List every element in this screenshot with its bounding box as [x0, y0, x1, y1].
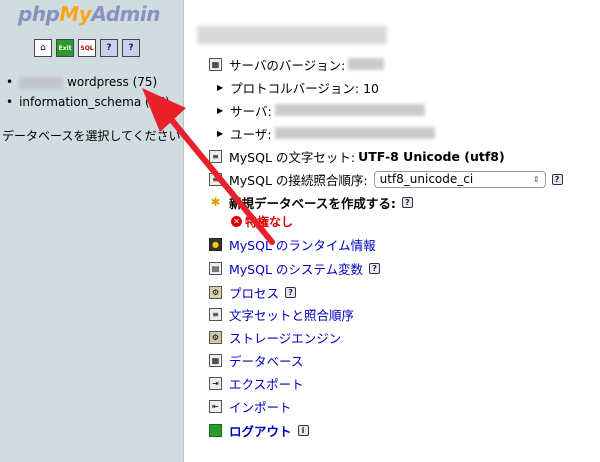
create-database-row: ✱ 新規データベースを作成する: ?	[209, 192, 413, 212]
link-charsets[interactable]: ≡ 文字セットと照合順序	[209, 304, 354, 324]
select-arrows-icon: ⇕	[532, 174, 540, 184]
exit-icon[interactable]: Exit	[56, 39, 74, 57]
database-label[interactable]: information_schema (17)	[19, 95, 170, 109]
redacted-value	[274, 104, 425, 116]
import-link[interactable]: インポート	[229, 397, 292, 416]
system-variables-icon: ▤	[209, 261, 222, 275]
runtime-info-link[interactable]: MySQL のランタイム情報	[229, 235, 376, 254]
databases-icon: ▦	[209, 353, 222, 367]
collation-row: ≡ MySQL の接続照合順序: utf8_unicode_ci ⇕ ?	[209, 169, 563, 189]
bullet-triangle-icon: ▶	[217, 82, 224, 92]
query-window-icon[interactable]: ?	[100, 39, 118, 57]
documentation-icon[interactable]: ?	[122, 39, 140, 57]
server-row: ▶ サーバ:	[209, 100, 425, 120]
server-version-label: サーバのバージョン:	[229, 57, 346, 73]
database-list: wordpress (75) information_schema (17)	[6, 72, 170, 112]
bullet-triangle-icon: ▶	[217, 128, 224, 138]
system-variables-link[interactable]: MySQL のシステム変数	[229, 259, 363, 278]
server-icon: ▦	[209, 57, 222, 71]
help-icon[interactable]: ?	[369, 262, 381, 274]
logo-admin: Admin	[91, 2, 160, 26]
link-import[interactable]: ⇤ インポート	[209, 396, 292, 416]
help-icon[interactable]: ?	[551, 173, 563, 185]
server-version-row: ▦ サーバのバージョン:	[209, 54, 385, 74]
charsets-icon: ≡	[209, 307, 222, 321]
redacted-value	[274, 127, 435, 139]
nav-icon-bar: ⌂ Exit SQL ? ?	[34, 39, 140, 57]
no-privileges-label: 特権なし	[245, 215, 294, 229]
link-processes[interactable]: ⚙ プロセス ?	[209, 282, 297, 302]
charset-label: MySQL の文字セット:	[229, 149, 356, 165]
logo-php: php	[18, 2, 60, 26]
sql-icon[interactable]: SQL	[78, 39, 96, 57]
import-icon: ⇤	[209, 399, 222, 413]
collation-select[interactable]: utf8_unicode_ci ⇕	[373, 170, 546, 188]
new-database-icon: ✱	[210, 195, 221, 209]
database-item-information-schema[interactable]: information_schema (17)	[6, 92, 170, 112]
runtime-info-icon: ●	[209, 237, 222, 251]
storage-engines-link[interactable]: ストレージエンジン	[229, 328, 341, 347]
database-item-wordpress[interactable]: wordpress (75)	[6, 72, 170, 92]
help-icon[interactable]: ?	[401, 196, 413, 208]
collation-value: utf8_unicode_ci	[379, 172, 474, 186]
no-privileges-message: ✕ 特権なし	[231, 213, 293, 230]
collation-icon: ≡	[209, 172, 222, 186]
protocol-version-row: ▶ プロトコルバージョン: 10	[209, 77, 379, 97]
error-icon: ✕	[231, 216, 242, 227]
redacted-prefix	[19, 76, 64, 89]
phpmyadmin-logo[interactable]: phpMyAdmin	[18, 2, 160, 26]
user-label: ユーザ:	[230, 126, 272, 142]
link-system-variables[interactable]: ▤ MySQL のシステム変数 ?	[209, 258, 381, 278]
bullet-triangle-icon: ▶	[217, 105, 224, 115]
processes-link[interactable]: プロセス	[229, 283, 279, 302]
databases-link[interactable]: データベース	[229, 351, 303, 370]
charset-icon: ≡	[209, 149, 222, 163]
link-logout[interactable]: ログアウト i	[209, 420, 309, 440]
link-databases[interactable]: ▦ データベース	[209, 350, 303, 370]
create-database-label: 新規データベースを作成する:	[229, 195, 396, 211]
server-label: サーバ:	[230, 103, 272, 119]
link-storage-engines[interactable]: ⚙ ストレージエンジン	[209, 327, 341, 347]
link-runtime-info[interactable]: ● MySQL のランタイム情報	[209, 234, 376, 254]
charset-row: ≡ MySQL の文字セット: UTF-8 Unicode (utf8)	[209, 146, 505, 166]
storage-engines-icon: ⚙	[209, 330, 222, 344]
logout-icon	[209, 423, 222, 437]
charset-value: UTF-8 Unicode (utf8)	[358, 148, 505, 164]
server-title-redacted	[197, 26, 387, 44]
processes-icon: ⚙	[209, 285, 222, 299]
home-icon[interactable]: ⌂	[34, 39, 52, 57]
select-database-message: データベースを選択してください	[2, 129, 181, 143]
protocol-version-label: プロトコルバージョン: 10	[230, 80, 379, 96]
help-icon[interactable]: ?	[285, 286, 297, 298]
collation-label: MySQL の接続照合順序:	[229, 172, 368, 188]
export-link[interactable]: エクスポート	[229, 374, 304, 393]
info-icon[interactable]: i	[297, 424, 309, 436]
main-frame: ▦ サーバのバージョン: ▶ プロトコルバージョン: 10 ▶ サーバ: ▶ ユ…	[185, 0, 600, 462]
logo-my: My	[59, 2, 92, 26]
navigation-frame: phpMyAdmin ⌂ Exit SQL ? ? wordpress (75)…	[0, 0, 184, 462]
charsets-link[interactable]: 文字セットと照合順序	[229, 305, 354, 324]
redacted-value	[348, 58, 385, 70]
user-row: ▶ ユーザ:	[209, 123, 435, 143]
logout-link[interactable]: ログアウト	[229, 421, 292, 440]
export-icon: ⇥	[209, 376, 222, 390]
link-export[interactable]: ⇥ エクスポート	[209, 373, 304, 393]
database-label[interactable]: wordpress (75)	[67, 75, 157, 89]
